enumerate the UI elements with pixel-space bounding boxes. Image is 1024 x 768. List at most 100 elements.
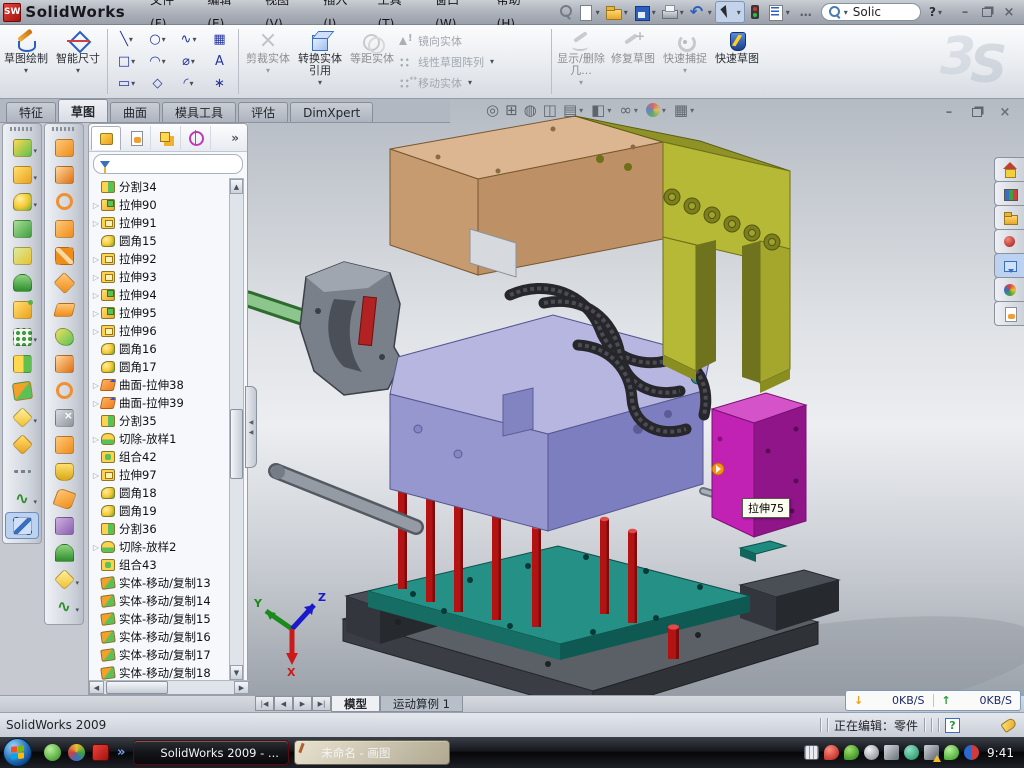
new-document-icon[interactable]: ▾ [575,1,603,23]
undo-icon[interactable]: ▾ [687,1,715,23]
tree-item[interactable]: ▷ 切除-放样1 [91,430,230,448]
panel-splitter[interactable]: ◀ ◀ [245,386,257,468]
commandmanager-tab[interactable]: 模具工具 [162,102,236,122]
minimize-button[interactable]: – [954,5,976,20]
mirror-entities-button[interactable]: 镜向实体 ▾ [398,30,548,51]
expander-icon[interactable]: ▷ [91,201,101,210]
revolved-cut-icon[interactable]: ▾ [47,161,81,188]
graphics-viewport[interactable]: ◎ ▾ ⊞ ▾ ◍ ▾ ◫ ▾ ▤ ▾ ◧ ▾ ∞ ▾ ▾ [248,99,1024,695]
surface-extrude-icon[interactable]: ▾ [47,269,81,296]
linear-pattern-icon[interactable]: ▾ [5,323,39,350]
swept-surface-icon[interactable]: ▾ [47,377,81,404]
expander-icon[interactable]: ▷ [91,327,101,336]
tree-item[interactable]: ▷ 拉伸90 [91,196,230,214]
search-input[interactable]: ▾ Solic [821,3,921,21]
sketch-text-icon[interactable]: A ▾ [204,51,235,73]
rectangle-icon[interactable]: □ ▾ [111,51,142,73]
sketch-region-icon[interactable]: ▦ ▾ [204,29,235,51]
axis-icon[interactable]: ▾ [5,458,39,485]
slot-icon[interactable]: ▭ ▾ [111,73,142,95]
quick-launch-overflow[interactable]: » [117,745,125,760]
tree-item[interactable]: ▷ 分割35 [91,412,230,430]
update-gear-icon[interactable] [864,745,879,760]
instant3d-icon[interactable]: ▾ [5,512,39,539]
tree-vertical-scrollbar[interactable]: ▲ ▼ [229,178,244,681]
defender-shield-icon[interactable] [944,745,959,760]
hide-show-items-icon[interactable]: ∞ ▾ [619,102,640,118]
model-tab[interactable]: 模型 [331,696,380,712]
view-settings-icon[interactable]: ▦ ▾ [674,102,696,118]
scroll-down-button[interactable]: ▼ [230,665,243,680]
sync-icon[interactable] [904,745,919,760]
scroll-thumb[interactable] [106,681,168,694]
extruded-cut-icon[interactable]: ▾ [5,161,39,188]
featuremanager-tab[interactable] [91,126,121,150]
uninstall-tool-icon[interactable] [964,745,979,760]
tree-item[interactable]: ▷ 实体-移动/复制16 [91,628,230,646]
expander-icon[interactable]: ▷ [91,543,101,552]
fillet-icon[interactable]: ▾ [5,188,39,215]
convert-entities-button[interactable]: 转换实体引用 ▾ [294,25,346,98]
dimxpertmanager-tab[interactable] [181,126,211,150]
tree-item[interactable]: ▷ 圆角19 [91,502,230,520]
rebuild-icon[interactable]: ▾ [745,1,765,23]
propertymanager-tab[interactable] [121,126,151,150]
swept-boss-icon[interactable]: ▾ [47,188,81,215]
motion-study-tab[interactable]: 运动算例 1 [380,696,463,712]
file-explorer-tab[interactable] [994,205,1024,230]
solidworks-window-button[interactable]: SolidWorks 2009 - ... [133,740,289,765]
hole-wizard-icon[interactable]: ▾ [5,296,39,323]
tree-item[interactable]: ▷ 组合43 [91,556,230,574]
apply-scene-icon[interactable]: ▾ [646,103,668,117]
toolbar-grip[interactable] [10,127,34,131]
expander-icon[interactable]: ▷ [91,255,101,264]
design-library-tab[interactable] [994,181,1024,206]
tree-item[interactable]: ▷ 分割34 [91,178,230,196]
media-quicklaunch-icon[interactable] [68,744,85,761]
solidworks-quicklaunch-icon[interactable] [92,744,109,761]
quick-tips-icon[interactable]: ? [945,718,960,733]
extruded-boss-icon[interactable]: ▾ [5,134,39,161]
tree-item[interactable]: ▷ 拉伸92 [91,250,230,268]
manager-tabs-overflow[interactable]: » [231,131,245,145]
point-icon[interactable]: ∗ ▾ [204,73,235,95]
linear-sketch-pattern-button[interactable]: 线性草图阵列 ▾ [398,51,548,72]
commandmanager-tab[interactable]: DimXpert [290,102,373,122]
small-plate[interactable] [740,541,786,562]
tree-item[interactable]: ▷ 切除-放样2 [91,538,230,556]
search-results-tab[interactable] [994,229,1024,254]
tree-item[interactable]: ▷ 圆角15 [91,232,230,250]
forward-button[interactable]: ▶ [293,696,312,711]
offset-surface-icon[interactable]: ▾ [47,350,81,377]
quick-snaps-button[interactable]: 快速捕捉 ▾ [659,25,711,98]
doc-close-button[interactable]: × [994,105,1016,120]
tree-item[interactable]: ▷ 拉伸91 [91,214,230,232]
zoom-fit-icon[interactable]: ◎ ▾ [486,102,499,118]
zoom-selected-icon[interactable]: ◍ ▾ [524,102,537,118]
expander-icon[interactable]: ▷ [91,219,101,228]
custom-properties-tab[interactable] [994,301,1024,326]
back-button[interactable]: ◀ [274,696,293,711]
go-first-button[interactable]: |◀ [255,696,274,711]
deform-icon[interactable]: ▾ [47,512,81,539]
print-icon[interactable]: ▾ [659,1,687,23]
shell-icon[interactable]: ▾ [5,269,39,296]
repair-sketch-button[interactable]: 修复草图 ▾ [607,25,659,98]
scroll-thumb[interactable] [230,409,243,479]
draft-icon[interactable]: ▾ [5,242,39,269]
planar-surface-icon[interactable]: ▾ [47,296,81,323]
tree-item[interactable]: ▷ 曲面-拉伸39 [91,394,230,412]
appearances-scenes-tab[interactable] [994,277,1024,302]
replace-face-icon[interactable]: ▾ [47,431,81,458]
lofted-boss-icon[interactable]: ▾ [47,215,81,242]
pin-icon[interactable]: ▾ [555,1,575,23]
options-icon[interactable]: ▾ [765,1,793,23]
move-entities-button[interactable]: 移动实体 ▾ [398,72,548,93]
arc-icon[interactable]: ◠ ▾ [142,51,173,73]
display-style-icon[interactable]: ◧ ▾ [591,102,613,118]
view-palette-tab[interactable] [994,253,1024,278]
select-arrow-icon[interactable]: ▾ [715,1,745,23]
boundary-boss-icon[interactable]: ▾ [47,242,81,269]
save-icon[interactable]: ▾ [631,1,659,23]
start-button[interactable] [3,738,32,767]
